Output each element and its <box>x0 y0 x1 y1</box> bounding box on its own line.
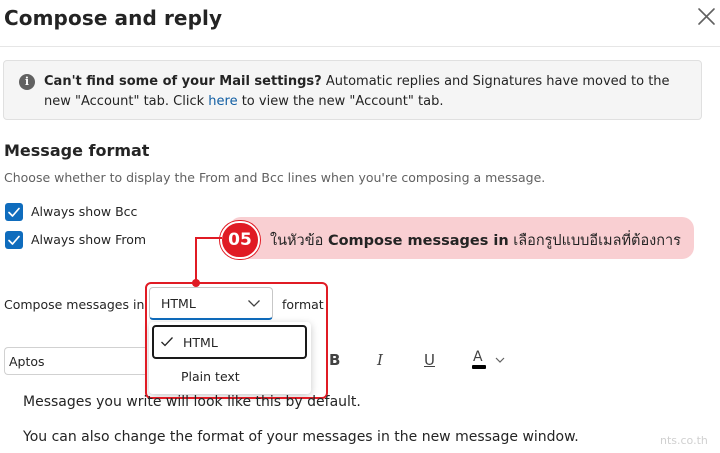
always-show-bcc-checkbox[interactable] <box>5 203 23 221</box>
message-format-heading: Message format <box>4 141 150 160</box>
annotation-text-after: เลือกรูปแบบอีเมลที่ต้องการ <box>508 233 681 249</box>
font-color-button[interactable]: A <box>468 348 508 374</box>
always-show-bcc-label[interactable]: Always show Bcc <box>31 204 137 219</box>
checkmark-icon <box>8 207 20 217</box>
page-title: Compose and reply <box>4 6 223 30</box>
info-banner: i Can't find some of your Mail settings?… <box>3 60 702 120</box>
underline-icon: U <box>424 351 435 369</box>
compose-messages-label: Compose messages in <box>4 297 145 312</box>
annotation-text-bold: Compose messages in <box>327 233 509 249</box>
info-icon: i <box>19 74 35 90</box>
account-tab-link[interactable]: here <box>208 94 237 109</box>
chevron-down-icon <box>495 357 505 363</box>
underline-button[interactable]: U <box>417 348 443 374</box>
step-number-badge: 05 <box>220 221 260 259</box>
font-family-value: Aptos <box>9 354 45 369</box>
font-color-swatch <box>472 365 486 369</box>
close-button[interactable] <box>694 4 720 30</box>
watermark: nts.co.th <box>660 434 708 447</box>
annotation-connector-vertical <box>195 237 197 282</box>
font-color-icon: A <box>473 349 483 365</box>
close-icon <box>698 8 715 25</box>
italic-icon: I <box>377 351 383 369</box>
checkmark-icon <box>8 235 20 245</box>
annotation-text-before: ในหัวข้อ <box>270 233 328 249</box>
italic-button[interactable]: I <box>369 348 395 374</box>
always-show-from-label[interactable]: Always show From <box>31 232 146 247</box>
bold-icon: B <box>329 351 341 369</box>
font-family-select[interactable]: Aptos <box>4 347 146 375</box>
always-show-from-checkbox[interactable] <box>5 231 23 249</box>
message-format-description: Choose whether to display the From and B… <box>4 170 546 185</box>
annotation-text: ในหัวข้อ Compose messages in เลือกรูปแบบ… <box>270 229 681 252</box>
preview-text-line-2: You can also change the format of your m… <box>23 429 579 445</box>
annotation-highlight-box <box>145 282 328 399</box>
banner-text-after-link: to view the new "Account" tab. <box>237 94 444 109</box>
preview-text-line-1: Messages you write will look like this b… <box>23 394 361 410</box>
annotation-connector-horizontal <box>196 237 222 239</box>
header-divider <box>0 46 720 47</box>
banner-message: Can't find some of your Mail settings? A… <box>44 72 684 112</box>
banner-bold-text: Can't find some of your Mail settings? <box>44 74 322 89</box>
